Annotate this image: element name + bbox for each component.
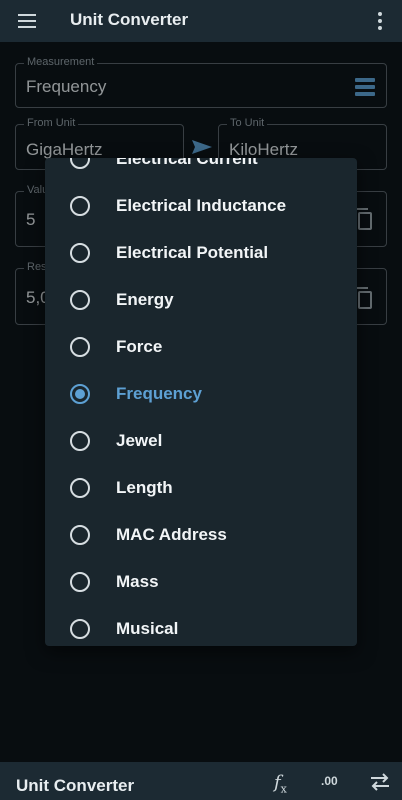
option-label: Electrical Inductance xyxy=(116,196,287,215)
hamburger-menu-icon[interactable] xyxy=(14,11,40,31)
swap-icon[interactable] xyxy=(369,772,391,796)
option-energy[interactable]: Energy xyxy=(45,276,357,323)
radio-icon xyxy=(70,290,90,310)
option-mac-address[interactable]: MAC Address xyxy=(45,511,357,558)
option-electrical-inductance[interactable]: Electrical Inductance xyxy=(45,182,357,229)
radio-icon xyxy=(70,337,90,357)
option-electrical-potential[interactable]: Electrical Potential xyxy=(45,229,357,276)
option-mass[interactable]: Mass xyxy=(45,558,357,605)
option-musical[interactable]: Musical xyxy=(45,605,357,646)
radio-selected-icon xyxy=(70,384,90,404)
more-vert-icon[interactable] xyxy=(372,11,388,31)
radio-icon xyxy=(70,478,90,498)
option-label: MAC Address xyxy=(116,525,227,544)
option-label: Electrical Potential xyxy=(116,243,269,262)
option-label: Length xyxy=(116,478,173,497)
radio-icon xyxy=(70,525,90,545)
option-label: Jewel xyxy=(116,431,163,450)
option-label: Mass xyxy=(116,572,159,591)
radio-icon xyxy=(70,243,90,263)
radio-icon xyxy=(70,572,90,592)
function-icon[interactable]: fx xyxy=(274,772,296,796)
app-title: Unit Converter xyxy=(70,10,189,29)
top-app-bar: Unit Converter xyxy=(0,0,402,42)
option-label: Frequency xyxy=(116,384,202,403)
option-label: Musical xyxy=(116,619,179,638)
option-jewel[interactable]: Jewel xyxy=(45,417,357,464)
fx-label: f xyxy=(274,772,281,793)
radio-icon xyxy=(70,196,90,216)
option-label: Energy xyxy=(116,290,174,309)
option-frequency[interactable]: Frequency xyxy=(45,370,357,417)
decimals-label: .00 xyxy=(321,774,338,788)
option-label: Force xyxy=(116,337,163,356)
bottom-bar-title: Unit Converter xyxy=(16,776,135,795)
fx-sub: x xyxy=(280,782,287,796)
radio-icon xyxy=(70,431,90,451)
option-force[interactable]: Force xyxy=(45,323,357,370)
radio-icon xyxy=(70,619,90,639)
decimal-places-icon[interactable]: .00 xyxy=(321,774,343,798)
measurement-picker-dialog: Electrical Current Electrical Inductance… xyxy=(45,158,357,646)
option-electrical-current[interactable]: Electrical Current xyxy=(45,158,357,182)
bottom-bar: Unit Converter fx .00 xyxy=(0,762,402,800)
option-length[interactable]: Length xyxy=(45,464,357,511)
option-label: Electrical Current xyxy=(116,158,258,168)
radio-icon xyxy=(70,158,90,169)
